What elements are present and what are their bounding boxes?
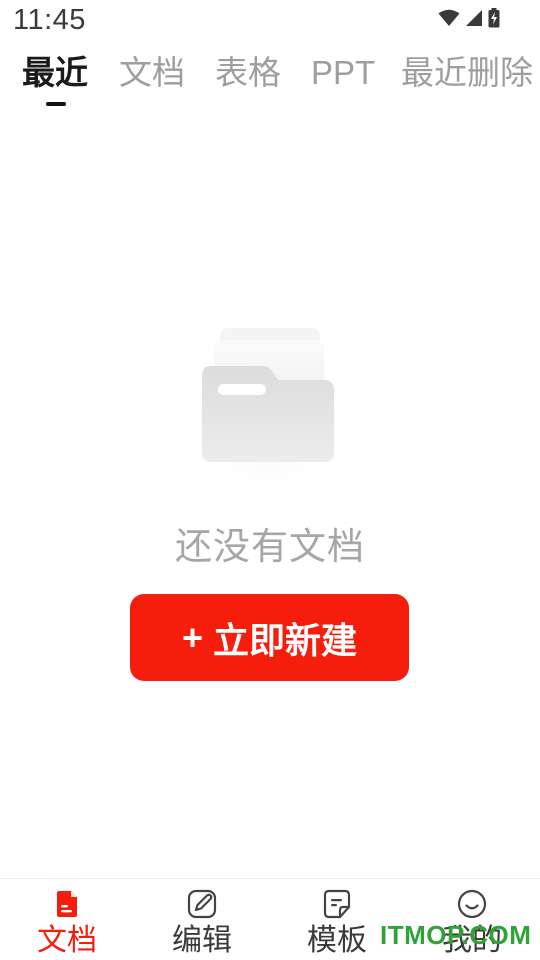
tab-indicator xyxy=(46,102,66,106)
status-time: 11:45 xyxy=(13,4,86,36)
tab-recent[interactable]: 最近 xyxy=(22,50,88,96)
signal-icon xyxy=(465,9,483,27)
tab-recently-deleted[interactable]: 最近删除 xyxy=(401,50,533,96)
nav-label-templates: 模板 xyxy=(307,923,367,958)
edit-icon xyxy=(186,888,218,920)
tab-spreadsheets[interactable]: 表格 xyxy=(215,50,281,96)
create-new-button[interactable]: + 立即新建 xyxy=(130,594,409,681)
nav-label-documents: 文档 xyxy=(37,923,97,958)
tab-ppt[interactable]: PPT xyxy=(311,50,375,96)
nav-item-documents[interactable]: 文档 xyxy=(22,879,112,960)
nav-label-edit: 编辑 xyxy=(172,923,232,958)
template-icon xyxy=(321,888,353,920)
document-icon xyxy=(51,888,83,920)
plus-icon: + xyxy=(181,616,203,658)
nav-item-templates[interactable]: 模板 xyxy=(292,879,382,960)
wifi-icon xyxy=(438,9,460,27)
watermark: ITMOP.COM xyxy=(380,920,532,950)
profile-icon xyxy=(456,888,488,920)
tab-bar: 最近 文档 表格 PPT 最近删除 xyxy=(0,50,540,110)
screen: 11:45 最近 文档 表格 PPT 最近删除 还没有文档 + 立即新建 文档 … xyxy=(0,0,540,960)
status-bar: 11:45 xyxy=(0,0,540,44)
tab-documents[interactable]: 文档 xyxy=(119,50,185,96)
battery-icon xyxy=(488,8,500,28)
empty-message: 还没有文档 xyxy=(175,525,365,568)
status-icons xyxy=(438,8,500,28)
folder-illustration-icon xyxy=(192,326,344,484)
nav-item-edit[interactable]: 编辑 xyxy=(157,879,247,960)
create-new-label: 立即新建 xyxy=(213,619,358,661)
